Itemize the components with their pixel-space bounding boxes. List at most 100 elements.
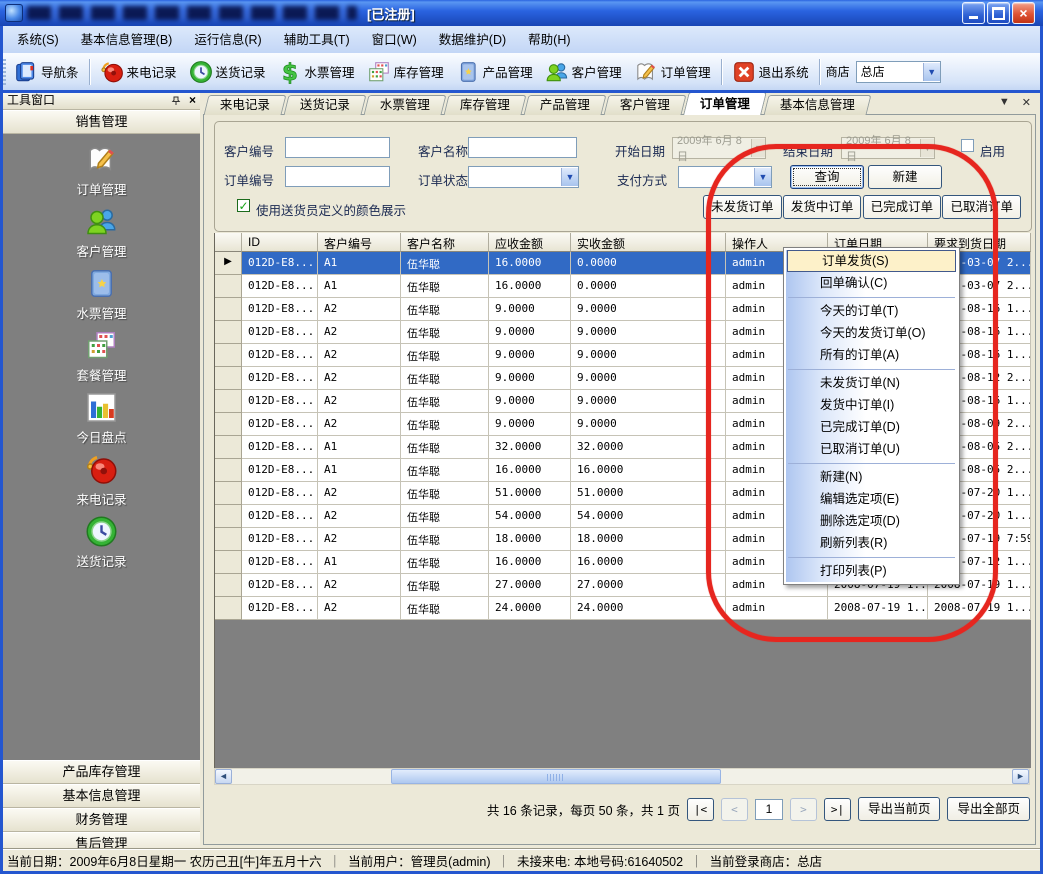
export-all-pages-button[interactable]: 导出全部页	[947, 797, 1030, 821]
tab-order[interactable]: 订单管理	[683, 92, 767, 115]
scroll-left-icon[interactable]: ◄	[215, 769, 232, 784]
row-selector[interactable]	[215, 597, 242, 620]
row-selector[interactable]: ▶	[215, 252, 242, 275]
scroll-right-icon[interactable]: ►	[1012, 769, 1029, 784]
context-menu-item-new[interactable]: 新建(N)	[786, 466, 957, 488]
customer-no-input[interactable]	[285, 137, 390, 158]
tab-inventory[interactable]: 库存管理	[444, 95, 527, 115]
prev-page-button[interactable]: <	[721, 798, 748, 821]
context-menu-item-shipping-orders[interactable]: 发货中订单(I)	[786, 394, 957, 416]
toolbar-product[interactable]: 产品管理	[450, 58, 539, 86]
menu-item-basic-info[interactable]: 基本信息管理(B)	[70, 27, 184, 53]
customer-name-input[interactable]	[468, 137, 577, 158]
row-selector[interactable]	[215, 321, 242, 344]
horizontal-scrollbar[interactable]: ◄ ►	[214, 768, 1030, 785]
context-menu-item-all-orders[interactable]: 所有的订单(A)	[786, 344, 957, 366]
row-selector[interactable]	[215, 574, 242, 597]
row-selector[interactable]	[215, 528, 242, 551]
row-selector[interactable]	[215, 298, 242, 321]
context-menu-item-delete-selected[interactable]: 删除选定项(D)	[786, 510, 957, 532]
sidebar-item-delivery-records[interactable]: 送货记录	[42, 511, 162, 573]
row-selector[interactable]	[215, 551, 242, 574]
row-selector[interactable]	[215, 413, 242, 436]
context-menu-item-today-orders[interactable]: 今天的订单(T)	[786, 300, 957, 322]
column-header[interactable]: 实收金额	[571, 233, 726, 252]
pin-icon[interactable]	[171, 95, 181, 105]
sidebar-item-package-mgmt[interactable]: 套餐管理	[42, 325, 162, 387]
column-header[interactable]: ID	[242, 233, 318, 252]
context-menu-item-refresh-list[interactable]: 刷新列表(R)	[786, 532, 957, 554]
sidebar-section-product-inventory[interactable]: 产品库存管理	[3, 760, 200, 784]
context-menu-item-today-ship-orders[interactable]: 今天的发货订单(O)	[786, 322, 957, 344]
toolbar-exit[interactable]: 退出系统	[726, 58, 815, 86]
query-button[interactable]: 查询	[790, 165, 864, 189]
row-selector[interactable]	[215, 275, 242, 298]
maximize-button[interactable]	[987, 2, 1010, 24]
status-filter-shipping-button[interactable]: 发货中订单	[783, 195, 862, 219]
row-selector[interactable]	[215, 436, 242, 459]
context-menu-item-receipt-confirm[interactable]: 回单确认(C)	[786, 272, 957, 294]
chevron-down-icon[interactable]: ▼	[754, 168, 771, 186]
last-page-button[interactable]: >|	[824, 798, 851, 821]
menu-item-data-maintenance[interactable]: 数据维护(D)	[428, 27, 517, 53]
new-button[interactable]: 新建	[868, 165, 942, 189]
row-selector[interactable]	[215, 344, 242, 367]
sidebar-item-call-records[interactable]: 来电记录	[42, 449, 162, 511]
sidebar-section-finance[interactable]: 财务管理	[3, 808, 200, 832]
sidebar-section-sales[interactable]: 销售管理	[3, 110, 200, 134]
toolbar-water-ticket[interactable]: $水票管理	[272, 58, 361, 86]
column-header[interactable]: 应收金额	[489, 233, 571, 252]
enable-checkbox[interactable]	[961, 139, 974, 152]
tab-list-dropdown-icon[interactable]: ▼	[999, 96, 1010, 109]
row-selector[interactable]	[215, 505, 242, 528]
shop-combobox[interactable]: 总店 ▼	[856, 61, 941, 83]
context-menu-item-print-list[interactable]: 打印列表(P)	[786, 560, 957, 582]
sidebar-item-customer-mgmt[interactable]: 客户管理	[42, 201, 162, 263]
row-selector[interactable]	[215, 482, 242, 505]
menu-item-help[interactable]: 帮助(H)	[517, 27, 581, 53]
row-selector[interactable]	[215, 367, 242, 390]
status-filter-cancelled-button[interactable]: 已取消订单	[942, 195, 1021, 219]
column-header[interactable]: 客户编号	[318, 233, 401, 252]
sidebar-item-water-ticket-mgmt[interactable]: 水票管理	[42, 263, 162, 325]
menu-item-system[interactable]: 系统(S)	[6, 27, 70, 53]
tab-close-icon[interactable]: ✕	[1022, 96, 1031, 109]
close-icon[interactable]: ×	[189, 95, 196, 105]
column-header[interactable]: 客户名称	[401, 233, 489, 252]
tab-water-ticket[interactable]: 水票管理	[364, 95, 447, 115]
table-row[interactable]: 012D-E8...A2伍华聪24.000024.0000admin2008-0…	[215, 597, 1031, 620]
status-filter-completed-button[interactable]: 已完成订单	[863, 195, 942, 219]
toolbar-nav-bar[interactable]: 导航条	[8, 58, 85, 86]
context-menu-item-not-shipped-orders[interactable]: 未发货订单(N)	[786, 372, 957, 394]
tab-product[interactable]: 产品管理	[524, 95, 607, 115]
context-menu-item-cancelled-orders[interactable]: 已取消订单(U)	[786, 438, 957, 460]
sidebar-item-today-stock[interactable]: 今日盘点	[42, 387, 162, 449]
row-selector[interactable]	[215, 459, 242, 482]
toolbar-customer[interactable]: 客户管理	[539, 58, 628, 86]
tab-basic-info[interactable]: 基本信息管理	[764, 95, 872, 115]
end-date-picker[interactable]: 2009年 6月 8日 ▼	[841, 137, 935, 159]
tab-customer[interactable]: 客户管理	[604, 95, 687, 115]
menu-item-window[interactable]: 窗口(W)	[361, 27, 428, 53]
first-page-button[interactable]: |<	[687, 798, 714, 821]
chevron-down-icon[interactable]: ▼	[561, 168, 578, 186]
minimize-button[interactable]	[962, 2, 985, 24]
menu-item-aux-tools[interactable]: 辅助工具(T)	[273, 27, 361, 53]
tab-call-records[interactable]: 来电记录	[204, 95, 287, 115]
context-menu-item-completed-orders[interactable]: 已完成订单(D)	[786, 416, 957, 438]
scrollbar-thumb[interactable]	[391, 769, 721, 784]
tab-delivery-records[interactable]: 送货记录	[284, 95, 367, 115]
export-current-page-button[interactable]: 导出当前页	[858, 797, 941, 821]
color-display-checkbox[interactable]: ✓	[237, 199, 250, 212]
toolbar-order[interactable]: 订单管理	[628, 58, 717, 86]
row-selector[interactable]	[215, 390, 242, 413]
toolbar-delivery-records[interactable]: 送货记录	[183, 58, 272, 86]
close-button[interactable]: ×	[1012, 2, 1035, 24]
toolbar-call-records[interactable]: 来电记录	[94, 58, 183, 86]
context-menu-item-ship-order[interactable]: 订单发货(S)	[787, 250, 956, 272]
sidebar-item-order-mgmt[interactable]: 订单管理	[42, 139, 162, 201]
sidebar-section-basic-info[interactable]: 基本信息管理	[3, 784, 200, 808]
payment-combobox[interactable]: ▼	[678, 166, 772, 188]
context-menu-item-edit-selected[interactable]: 编辑选定项(E)	[786, 488, 957, 510]
order-status-combobox[interactable]: ▼	[468, 166, 579, 188]
